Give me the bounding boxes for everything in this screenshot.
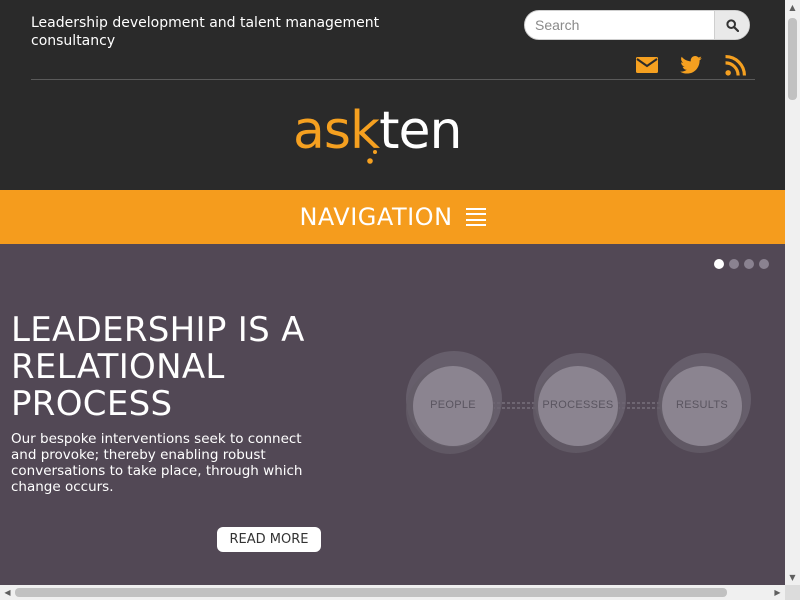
search-icon bbox=[725, 18, 739, 32]
vertical-scrollbar-thumb[interactable] bbox=[788, 18, 797, 100]
scrollbar-corner bbox=[785, 585, 800, 600]
slider-pagination bbox=[714, 259, 769, 269]
people-label: PEOPLE bbox=[430, 399, 476, 411]
search-button[interactable] bbox=[714, 11, 749, 39]
twitter-icon bbox=[680, 56, 702, 74]
header-divider bbox=[31, 79, 755, 80]
people-processes-results-graphic: PEOPLE PROCESSES RESULTS bbox=[400, 344, 770, 474]
results-label: RESULTS bbox=[675, 399, 729, 411]
site-tagline: Leadership development and talent manage… bbox=[31, 15, 380, 49]
mail-icon bbox=[636, 57, 658, 73]
slider-dot-1[interactable] bbox=[714, 259, 724, 269]
read-more-button[interactable]: READ MORE bbox=[217, 527, 321, 552]
vertical-scrollbar[interactable]: ▲ ▼ bbox=[785, 0, 800, 585]
logo-dots-mark bbox=[367, 150, 377, 164]
mail-link[interactable] bbox=[635, 54, 659, 76]
scroll-right-arrow-icon[interactable]: ▶ bbox=[770, 585, 785, 600]
search-box bbox=[524, 10, 750, 40]
navigation-label: NAVIGATION bbox=[299, 203, 453, 231]
scroll-left-arrow-icon[interactable]: ◀ bbox=[0, 585, 15, 600]
scroll-down-arrow-icon[interactable]: ▼ bbox=[785, 570, 800, 585]
search-input[interactable] bbox=[525, 11, 715, 39]
scroll-up-arrow-icon[interactable]: ▲ bbox=[785, 0, 800, 15]
hamburger-icon bbox=[465, 208, 486, 226]
horizontal-scrollbar-thumb[interactable] bbox=[15, 588, 727, 597]
rss-icon bbox=[724, 54, 746, 76]
slider-dot-2[interactable] bbox=[729, 259, 739, 269]
page: Leadership development and talent manage… bbox=[0, 0, 785, 585]
logo-part-ten: ten bbox=[379, 101, 462, 161]
site-header: Leadership development and talent manage… bbox=[0, 0, 785, 190]
processes-label: PROCESSES bbox=[542, 399, 614, 411]
horizontal-scrollbar[interactable]: ◀ ▶ bbox=[0, 585, 785, 600]
hero-title: LEADERSHIP IS A RELATIONAL PROCESS bbox=[11, 310, 305, 424]
twitter-link[interactable] bbox=[679, 54, 703, 76]
site-logo[interactable]: askten bbox=[293, 100, 503, 170]
slider-dot-3[interactable] bbox=[744, 259, 754, 269]
rss-link[interactable] bbox=[723, 54, 747, 76]
slider-dot-4[interactable] bbox=[759, 259, 769, 269]
navigation-toggle[interactable]: NAVIGATION bbox=[0, 190, 785, 244]
hero-description: Our bespoke interventions seek to connec… bbox=[11, 431, 303, 495]
hero-slider: LEADERSHIP IS A RELATIONAL PROCESS Our b… bbox=[0, 244, 785, 585]
